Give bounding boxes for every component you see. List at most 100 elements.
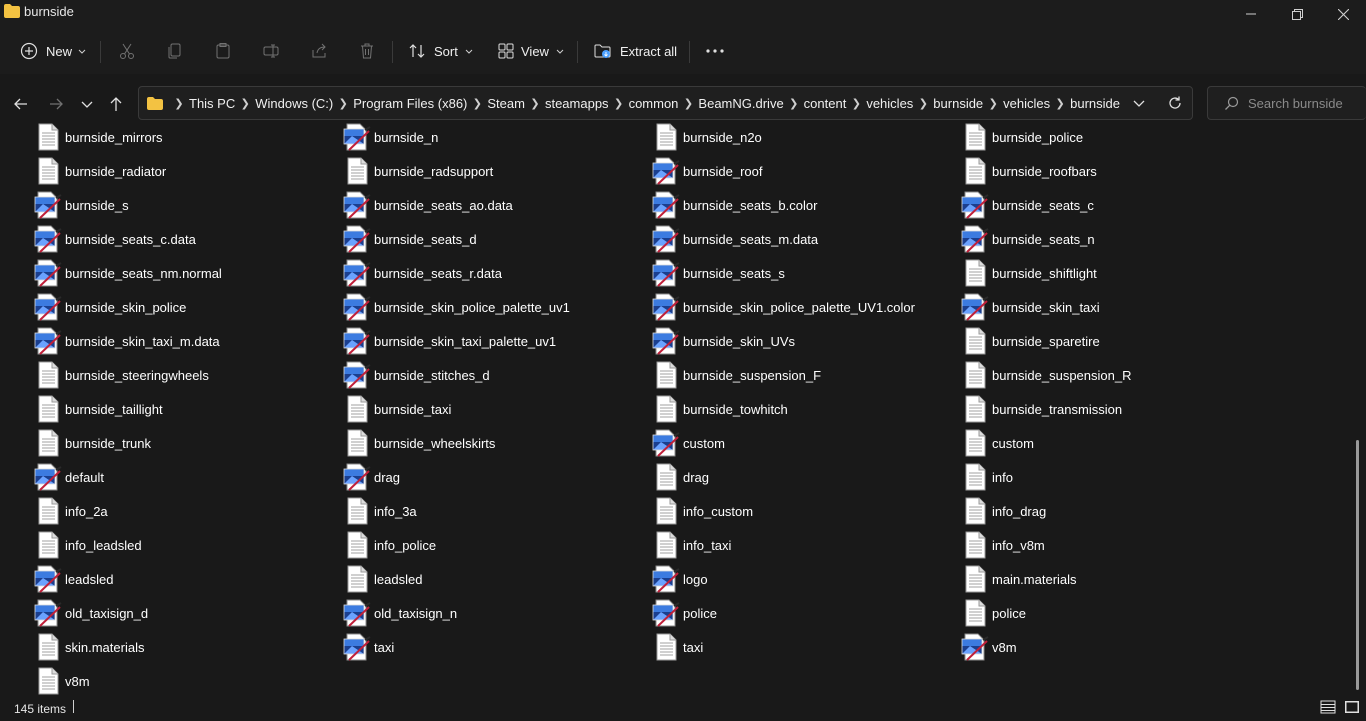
extract-all-button[interactable]: Extract all (594, 36, 677, 66)
file-item[interactable]: info (961, 461, 1261, 493)
file-item[interactable]: taxi (652, 631, 952, 663)
file-item[interactable]: burnside_skin_police_palette_UV1.color (652, 291, 952, 323)
search-input[interactable]: Search burnside (1207, 86, 1366, 120)
file-item[interactable]: custom (961, 427, 1261, 459)
rename-button[interactable] (262, 36, 280, 66)
file-item[interactable]: skin.materials (34, 631, 334, 663)
file-item[interactable]: burnside_skin_UVs (652, 325, 952, 357)
file-item[interactable]: burnside_wheelskirts (343, 427, 643, 459)
file-item[interactable]: v8m (34, 665, 334, 696)
file-item[interactable]: burnside_trunk (34, 427, 334, 459)
file-item[interactable]: burnside_skin_police (34, 291, 334, 323)
file-item[interactable]: default (34, 461, 334, 493)
breadcrumb-vehicles[interactable]: vehicles (864, 96, 915, 111)
breadcrumb-steamapps[interactable]: steamapps (543, 96, 611, 111)
file-item[interactable]: logo (652, 563, 952, 595)
breadcrumb-content[interactable]: content (802, 96, 849, 111)
address-history-chevron-icon[interactable] (1132, 96, 1146, 110)
file-item[interactable]: police (652, 597, 952, 629)
file-item[interactable]: burnside_n (343, 121, 643, 153)
forward-button[interactable] (44, 92, 68, 116)
file-item[interactable]: burnside_shiftlight (961, 257, 1261, 289)
back-button[interactable] (9, 92, 33, 116)
sort-button[interactable]: Sort (408, 36, 474, 66)
file-item[interactable]: info_custom (652, 495, 952, 527)
file-item[interactable]: custom (652, 427, 952, 459)
file-item[interactable]: v8m (961, 631, 1261, 663)
file-item[interactable]: burnside_taxi (343, 393, 643, 425)
file-item[interactable]: burnside_police (961, 121, 1261, 153)
share-button[interactable] (310, 36, 328, 66)
file-item[interactable]: burnside_skin_taxi_m.data (34, 325, 334, 357)
file-item[interactable]: burnside_s (34, 189, 334, 221)
file-item[interactable]: burnside_skin_taxi (961, 291, 1261, 323)
breadcrumb-program-files[interactable]: Program Files (x86) (351, 96, 469, 111)
details-view-icon[interactable] (1320, 699, 1336, 715)
file-item[interactable]: burnside_seats_b.color (652, 189, 952, 221)
file-item[interactable]: burnside_seats_nm.normal (34, 257, 334, 289)
file-item[interactable]: old_taxisign_n (343, 597, 643, 629)
breadcrumb-this-pc[interactable]: This PC (187, 96, 237, 111)
file-item[interactable]: info_3a (343, 495, 643, 527)
breadcrumb-beamng[interactable]: BeamNG.drive (696, 96, 785, 111)
file-item[interactable]: burnside_mirrors (34, 121, 334, 153)
file-item[interactable]: burnside_transmission (961, 393, 1261, 425)
copy-button[interactable] (166, 36, 184, 66)
file-item[interactable]: taxi (343, 631, 643, 663)
file-item[interactable]: burnside_n2o (652, 121, 952, 153)
file-item[interactable]: old_taxisign_d (34, 597, 334, 629)
file-item[interactable]: info_taxi (652, 529, 952, 561)
close-button[interactable] (1320, 0, 1366, 28)
file-item[interactable]: burnside_seats_d (343, 223, 643, 255)
scrollbar-thumb[interactable] (1356, 440, 1359, 690)
file-item[interactable]: info_drag (961, 495, 1261, 527)
delete-button[interactable] (358, 36, 376, 66)
file-item[interactable]: burnside_skin_police_palette_uv1 (343, 291, 643, 323)
file-item[interactable]: burnside_suspension_R (961, 359, 1261, 391)
up-button[interactable] (104, 92, 128, 116)
breadcrumb-burnside-current[interactable]: burnside (1068, 96, 1122, 111)
file-item[interactable]: burnside_seats_n (961, 223, 1261, 255)
file-item[interactable]: burnside_roof (652, 155, 952, 187)
file-item[interactable]: burnside_seats_m.data (652, 223, 952, 255)
more-options-button[interactable] (705, 36, 725, 66)
breadcrumb-common[interactable]: common (627, 96, 681, 111)
file-item[interactable]: drag (343, 461, 643, 493)
file-item[interactable]: info_leadsled (34, 529, 334, 561)
view-button[interactable]: View (497, 36, 565, 66)
file-item[interactable]: burnside_taillight (34, 393, 334, 425)
file-item[interactable]: burnside_seats_c.data (34, 223, 334, 255)
file-item[interactable]: burnside_stitches_d (343, 359, 643, 391)
file-item[interactable]: burnside_steeringwheels (34, 359, 334, 391)
file-item[interactable]: burnside_radiator (34, 155, 334, 187)
file-item[interactable]: info_2a (34, 495, 334, 527)
file-item[interactable]: leadsled (34, 563, 334, 595)
recent-locations-button[interactable] (75, 92, 99, 116)
file-item[interactable]: burnside_sparetire (961, 325, 1261, 357)
file-item[interactable]: leadsled (343, 563, 643, 595)
refresh-icon[interactable] (1167, 95, 1183, 111)
file-item[interactable]: burnside_towhitch (652, 393, 952, 425)
paste-button[interactable] (214, 36, 232, 66)
file-item[interactable]: burnside_radsupport (343, 155, 643, 187)
file-item[interactable]: burnside_suspension_F (652, 359, 952, 391)
breadcrumb-burnside[interactable]: burnside (931, 96, 985, 111)
file-item[interactable]: burnside_seats_r.data (343, 257, 643, 289)
file-item[interactable]: burnside_seats_ao.data (343, 189, 643, 221)
breadcrumb-vehicles-2[interactable]: vehicles (1001, 96, 1052, 111)
file-item[interactable]: info_police (343, 529, 643, 561)
breadcrumb-steam[interactable]: Steam (485, 96, 527, 111)
minimize-button[interactable] (1228, 0, 1274, 28)
file-item[interactable]: burnside_seats_s (652, 257, 952, 289)
file-item[interactable]: burnside_skin_taxi_palette_uv1 (343, 325, 643, 357)
restore-button[interactable] (1274, 0, 1320, 28)
address-bar[interactable]: ❯ This PC ❯ Windows (C:) ❯ Program Files… (138, 86, 1193, 120)
new-button[interactable]: New (20, 36, 87, 66)
file-item[interactable]: drag (652, 461, 952, 493)
cut-button[interactable] (118, 36, 136, 66)
file-item[interactable]: info_v8m (961, 529, 1261, 561)
file-item[interactable]: police (961, 597, 1261, 629)
large-icons-view-icon[interactable] (1344, 699, 1360, 715)
breadcrumb-windows-c[interactable]: Windows (C:) (253, 96, 335, 111)
file-item[interactable]: burnside_roofbars (961, 155, 1261, 187)
